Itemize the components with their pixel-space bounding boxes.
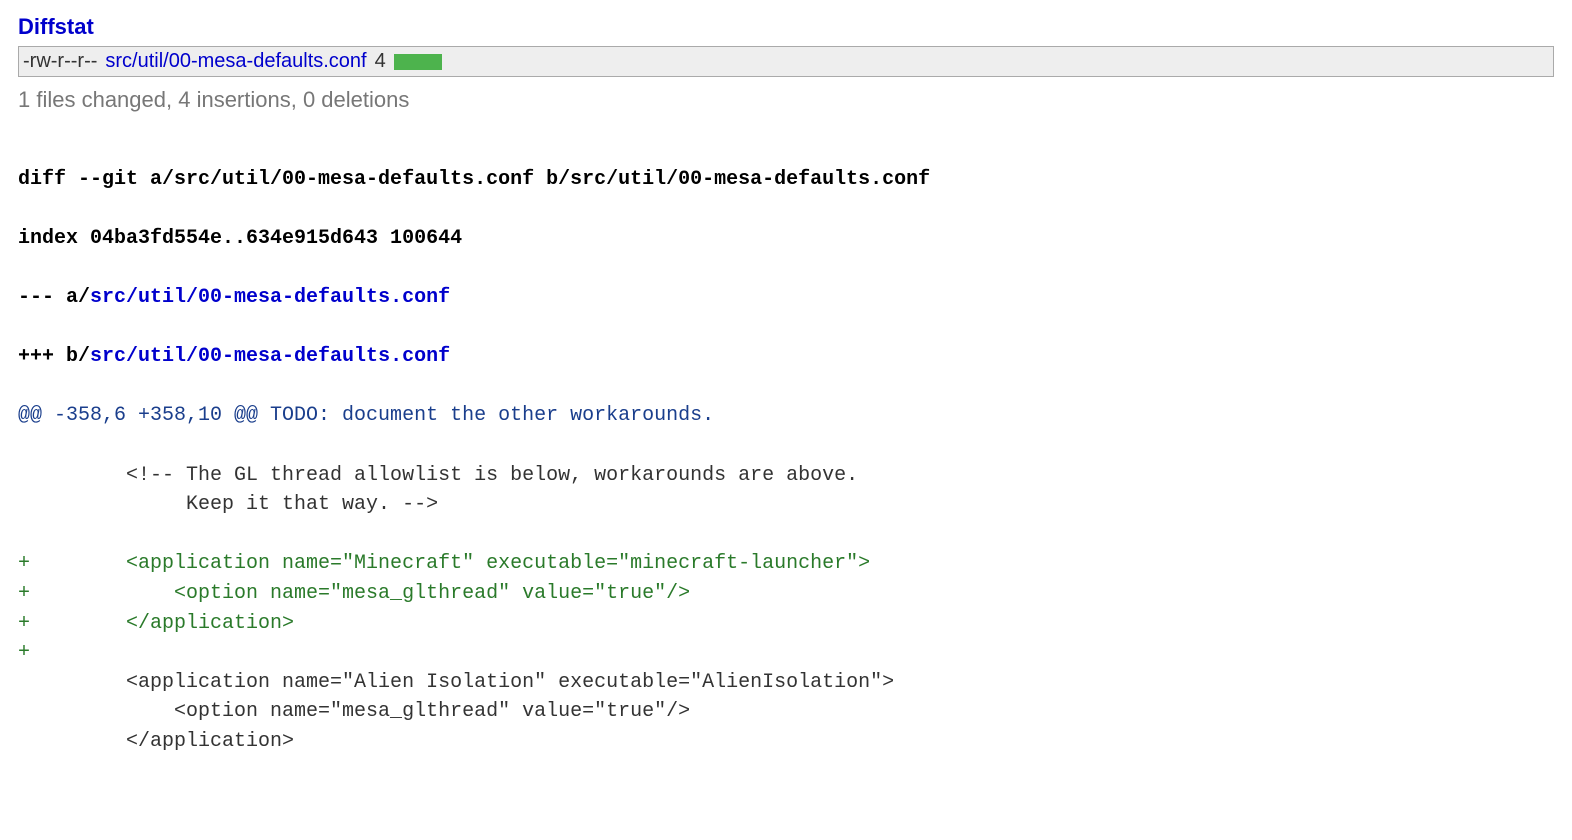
file-mode: -rw-r--r-- xyxy=(19,47,102,77)
diff-plus-path-link[interactable]: src/util/00-mesa-defaults.conf xyxy=(90,345,450,368)
diff-index-line: index 04ba3fd554e..634e915d643 100644 xyxy=(18,224,1554,254)
file-link[interactable]: src/util/00-mesa-defaults.conf xyxy=(105,50,366,72)
diffstat-table: -rw-r--r--src/util/00-mesa-defaults.conf… xyxy=(18,46,1554,77)
diff-line-ctx: </application> xyxy=(18,727,1554,757)
diff-plus-prefix: +++ b/ xyxy=(18,345,90,368)
diff-minus-prefix: --- a/ xyxy=(18,286,90,309)
diff-line-add: + xyxy=(18,638,1554,668)
diff-line-ctx: <!-- The GL thread allowlist is below, w… xyxy=(18,461,1554,491)
diff-minus-line: --- a/src/util/00-mesa-defaults.conf xyxy=(18,283,1554,313)
diffstat-heading: Diffstat xyxy=(18,14,1554,40)
diff-minus-path-link[interactable]: src/util/00-mesa-defaults.conf xyxy=(90,286,450,309)
lines-changed: 4 xyxy=(371,47,390,77)
diff-header-line: diff --git a/src/util/00-mesa-defaults.c… xyxy=(18,165,1554,195)
diffstat-row: -rw-r--r--src/util/00-mesa-defaults.conf… xyxy=(19,47,1554,77)
diffstat-summary: 1 files changed, 4 insertions, 0 deletio… xyxy=(18,87,1554,113)
diff-line-add: + </application> xyxy=(18,609,1554,639)
diff-line-ctx: <application name="Alien Isolation" exec… xyxy=(18,668,1554,698)
diff-line-ctx: <option name="mesa_glthread" value="true… xyxy=(18,697,1554,727)
diff-block: diff --git a/src/util/00-mesa-defaults.c… xyxy=(18,135,1554,816)
diff-line-ctx xyxy=(18,520,1554,550)
insertions-bar xyxy=(394,54,442,70)
diff-line-add: + <option name="mesa_glthread" value="tr… xyxy=(18,579,1554,609)
diff-line-add: + <application name="Minecraft" executab… xyxy=(18,549,1554,579)
diff-plus-line: +++ b/src/util/00-mesa-defaults.conf xyxy=(18,342,1554,372)
file-cell: src/util/00-mesa-defaults.conf xyxy=(101,47,370,77)
diff-hunk-header: @@ -358,6 +358,10 @@ TODO: document the … xyxy=(18,401,1554,431)
change-graph xyxy=(390,47,1554,77)
diff-line-ctx: Keep it that way. --> xyxy=(18,490,1554,520)
